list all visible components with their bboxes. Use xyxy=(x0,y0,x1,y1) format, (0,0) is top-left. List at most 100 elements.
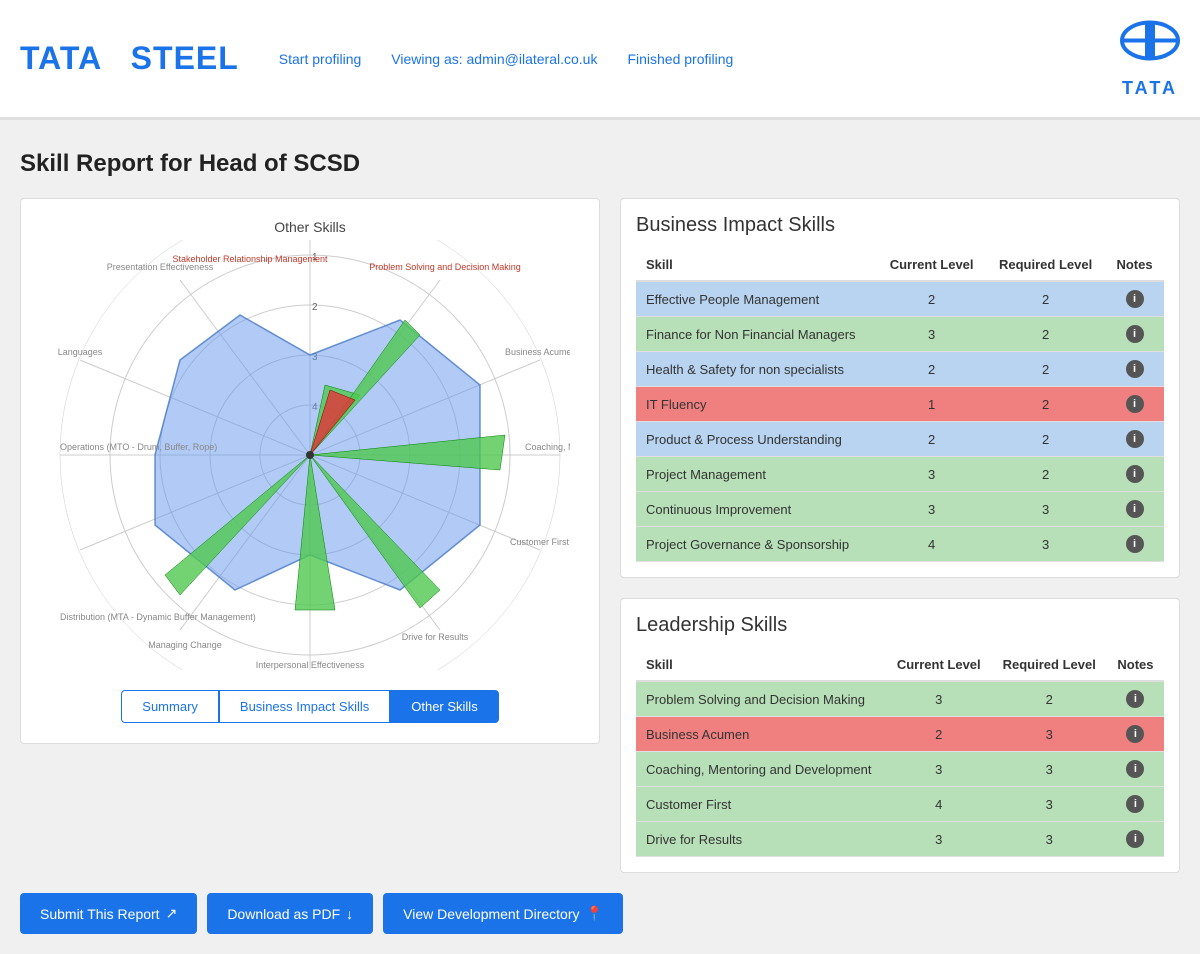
notes-cell[interactable]: i xyxy=(1105,527,1164,562)
info-icon[interactable]: i xyxy=(1126,465,1144,483)
skill-name: Coaching, Mentoring and Development xyxy=(636,752,886,787)
notes-cell[interactable]: i xyxy=(1107,717,1164,752)
submit-report-button[interactable]: Submit This Report ↗ xyxy=(20,893,197,934)
required-level: 2 xyxy=(986,422,1105,457)
table-row: Health & Safety for non specialists 2 2 … xyxy=(636,352,1164,387)
info-icon[interactable]: i xyxy=(1126,430,1144,448)
info-icon[interactable]: i xyxy=(1126,325,1144,343)
leadership-title: Leadership Skills xyxy=(636,614,1164,637)
svg-text:Customer First: Customer First xyxy=(510,537,570,547)
notes-cell[interactable]: i xyxy=(1105,281,1164,317)
table-row: Product & Process Understanding 2 2 i xyxy=(636,422,1164,457)
required-level: 3 xyxy=(992,752,1107,787)
skill-name: Drive for Results xyxy=(636,822,886,857)
current-level: 4 xyxy=(886,787,992,822)
main-content: Skill Report for Head of SCSD Other Skil… xyxy=(0,120,1200,954)
table-row: Customer First 4 3 i xyxy=(636,787,1164,822)
nav: Start profiling Viewing as: admin@ilater… xyxy=(279,51,734,67)
skill-name: Continuous Improvement xyxy=(636,492,877,527)
info-icon[interactable]: i xyxy=(1126,795,1144,813)
chart-title: Other Skills xyxy=(41,219,579,235)
header: TATA STEEL Start profiling Viewing as: a… xyxy=(0,0,1200,120)
tab-business-impact[interactable]: Business Impact Skills xyxy=(219,690,390,723)
download-icon: ↓ xyxy=(346,906,353,922)
leadership-header-row: Skill Current Level Required Level Notes xyxy=(636,649,1164,681)
nav-viewing-as[interactable]: Viewing as: admin@ilateral.co.uk xyxy=(391,51,597,67)
tab-other-skills[interactable]: Other Skills xyxy=(390,690,498,723)
required-level: 2 xyxy=(986,281,1105,317)
notes-cell[interactable]: i xyxy=(1105,492,1164,527)
tab-summary[interactable]: Summary xyxy=(121,690,219,723)
skill-name: Customer First xyxy=(636,787,886,822)
current-level: 2 xyxy=(877,281,986,317)
col-notes-l: Notes xyxy=(1107,649,1164,681)
notes-cell[interactable]: i xyxy=(1105,387,1164,422)
info-icon[interactable]: i xyxy=(1126,690,1144,708)
submit-report-label: Submit This Report xyxy=(40,906,160,922)
tata-right-text: TATA xyxy=(1122,78,1178,99)
download-pdf-button[interactable]: Download as PDF ↓ xyxy=(207,893,373,934)
leadership-card: Leadership Skills Skill Current Level Re… xyxy=(620,598,1180,873)
col-required-l: Required Level xyxy=(992,649,1107,681)
notes-cell[interactable]: i xyxy=(1107,822,1164,857)
svg-text:Problem Solving and Decision M: Problem Solving and Decision Making xyxy=(369,262,521,272)
table-row: Business Acumen 2 3 i xyxy=(636,717,1164,752)
skill-name: IT Fluency xyxy=(636,387,877,422)
business-impact-card: Business Impact Skills Skill Current Lev… xyxy=(620,198,1180,578)
tata-logo-icon xyxy=(1120,18,1180,78)
info-icon[interactable]: i xyxy=(1126,830,1144,848)
notes-cell[interactable]: i xyxy=(1105,352,1164,387)
skill-name: Project Governance & Sponsorship xyxy=(636,527,877,562)
view-directory-button[interactable]: View Development Directory 📍 xyxy=(383,893,623,934)
col-notes: Notes xyxy=(1105,249,1164,281)
info-icon[interactable]: i xyxy=(1126,725,1144,743)
header-left: TATA STEEL Start profiling Viewing as: a… xyxy=(20,40,733,77)
required-level: 2 xyxy=(986,317,1105,352)
notes-cell[interactable]: i xyxy=(1105,457,1164,492)
current-level: 3 xyxy=(886,681,992,717)
skill-name: Product & Process Understanding xyxy=(636,422,877,457)
business-impact-header-row: Skill Current Level Required Level Notes xyxy=(636,249,1164,281)
svg-text:Business Acumen: Business Acumen xyxy=(505,347,570,357)
info-icon[interactable]: i xyxy=(1126,760,1144,778)
required-level: 2 xyxy=(986,352,1105,387)
svg-text:Languages: Languages xyxy=(58,347,103,357)
notes-cell[interactable]: i xyxy=(1107,681,1164,717)
submit-icon: ↗ xyxy=(166,905,178,922)
logo-steel: STEEL xyxy=(131,40,239,76)
notes-cell[interactable]: i xyxy=(1105,422,1164,457)
view-directory-label: View Development Directory xyxy=(403,906,579,922)
info-icon[interactable]: i xyxy=(1126,500,1144,518)
col-current: Current Level xyxy=(877,249,986,281)
notes-cell[interactable]: i xyxy=(1107,752,1164,787)
info-icon[interactable]: i xyxy=(1126,535,1144,553)
info-icon[interactable]: i xyxy=(1126,360,1144,378)
table-row: Problem Solving and Decision Making 3 2 … xyxy=(636,681,1164,717)
svg-text:Presentation Effectiveness: Presentation Effectiveness xyxy=(107,262,214,272)
skill-name: Problem Solving and Decision Making xyxy=(636,681,886,717)
table-row: Project Governance & Sponsorship 4 3 i xyxy=(636,527,1164,562)
current-level: 3 xyxy=(877,492,986,527)
info-icon[interactable]: i xyxy=(1126,290,1144,308)
svg-text:Coaching, Mentoring and Develo: Coaching, Mentoring and Development xyxy=(525,442,570,452)
current-level: 3 xyxy=(877,317,986,352)
notes-cell[interactable]: i xyxy=(1107,787,1164,822)
skill-name: Business Acumen xyxy=(636,717,886,752)
required-level: 3 xyxy=(986,492,1105,527)
svg-text:Drive for Results: Drive for Results xyxy=(402,632,469,642)
current-level: 3 xyxy=(886,752,992,787)
nav-start-profiling[interactable]: Start profiling xyxy=(279,51,361,67)
table-row: IT Fluency 1 2 i xyxy=(636,387,1164,422)
info-icon[interactable]: i xyxy=(1126,395,1144,413)
nav-finished-profiling[interactable]: Finished profiling xyxy=(627,51,733,67)
notes-cell[interactable]: i xyxy=(1105,317,1164,352)
skill-name: Health & Safety for non specialists xyxy=(636,352,877,387)
col-required: Required Level xyxy=(986,249,1105,281)
download-pdf-label: Download as PDF xyxy=(227,906,340,922)
current-level: 2 xyxy=(877,352,986,387)
table-row: Effective People Management 2 2 i xyxy=(636,281,1164,317)
current-level: 3 xyxy=(886,822,992,857)
table-row: Continuous Improvement 3 3 i xyxy=(636,492,1164,527)
current-level: 2 xyxy=(877,422,986,457)
required-level: 3 xyxy=(992,787,1107,822)
